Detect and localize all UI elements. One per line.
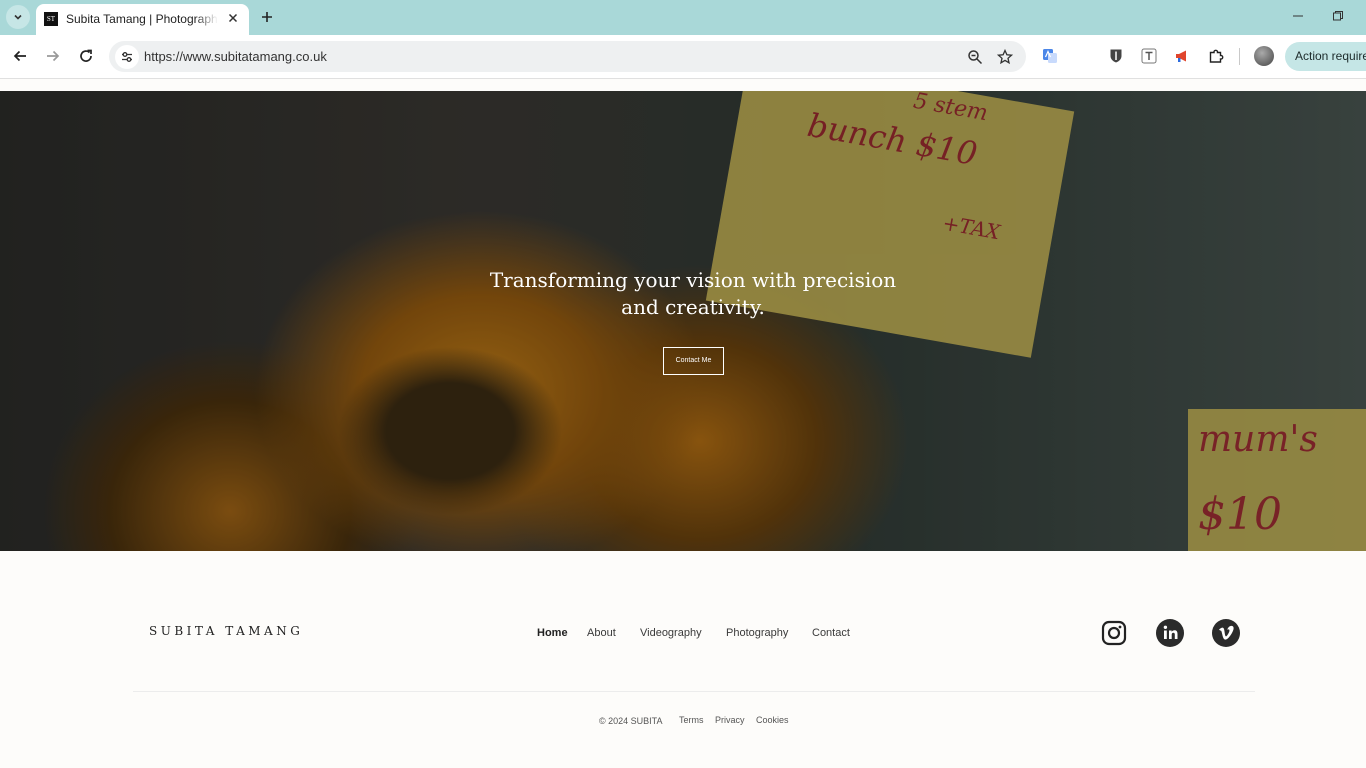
reload-button[interactable] [74,44,98,68]
tab-search-button[interactable] [6,5,30,29]
arrow-right-icon [47,50,60,62]
window-minimize-button[interactable] [1288,8,1308,24]
bookmark-button[interactable] [996,48,1014,66]
new-tab-button[interactable] [257,7,277,27]
text-extension[interactable] [1140,47,1158,65]
zoom-icon [968,50,983,65]
forward-button[interactable] [41,44,65,68]
text-t-icon [1141,48,1157,64]
browser-tab[interactable]: ST Subita Tamang | Photographer & Videog… [36,4,249,35]
plus-icon [262,12,272,22]
hero-banner: bunch $10 5 stem +TAX mum's $10 Transfor… [0,91,1366,551]
window-restore-button[interactable] [1328,8,1348,24]
contact-me-button[interactable]: Contact Me [663,347,724,375]
reload-icon [80,49,92,62]
star-icon [997,49,1013,65]
vimeo-icon [1212,619,1240,647]
copyright-text: © 2024 SUBITA [599,716,663,726]
translate-icon [1043,49,1057,63]
address-bar[interactable]: https://www.subitatamang.co.uk [109,41,1026,72]
url-text[interactable]: https://www.subitatamang.co.uk [144,49,327,64]
zoom-button[interactable] [966,48,984,66]
tab-close-button[interactable] [225,10,241,26]
linkedin-link[interactable] [1156,619,1184,647]
back-button[interactable] [8,44,32,68]
tune-icon [122,52,132,62]
nav-contact[interactable]: Contact [812,627,850,639]
privacy-link[interactable]: Privacy [715,715,745,725]
linkedin-icon [1156,619,1184,647]
browser-tab-bar: ST Subita Tamang | Photographer & Videog… [0,0,1366,35]
terms-link[interactable]: Terms [679,715,704,725]
site-info-button[interactable] [115,45,139,69]
nav-about[interactable]: About [587,627,616,639]
nav-videography[interactable]: Videography [640,627,702,639]
shield-icon [1110,49,1122,63]
hero-headline: Transforming your vision with precision … [489,268,897,319]
toolbar-divider [0,78,1366,79]
site-footer: SUBITA TAMANG Home About Videography Pho… [0,551,1366,768]
instagram-icon [1101,620,1127,646]
hero-overlay [0,91,1366,551]
extensions-button[interactable] [1207,47,1225,65]
bitwarden-extension[interactable] [1107,47,1125,65]
site-logo[interactable]: SUBITA TAMANG [149,624,303,638]
minimize-icon [1293,15,1303,17]
restore-icon [1333,11,1343,21]
puzzle-icon [1209,49,1224,63]
vimeo-link[interactable] [1212,619,1240,647]
site-favicon: ST [44,12,58,26]
nav-photography[interactable]: Photography [726,627,788,639]
megaphone-icon [1176,50,1186,62]
close-icon [228,13,238,23]
action-required-button[interactable]: Action required [1285,42,1366,71]
profile-avatar[interactable] [1254,46,1274,66]
footer-divider [133,691,1255,692]
nav-home[interactable]: Home [537,627,568,639]
toolbar-separator [1239,48,1240,65]
browser-toolbar: https://www.subitatamang.co.uk Action re… [0,35,1366,78]
translate-extension[interactable] [1041,47,1059,65]
megaphone-extension[interactable] [1173,47,1191,65]
cookies-link[interactable]: Cookies [756,715,789,725]
chevron-down-icon [14,14,22,20]
arrow-left-icon [13,50,26,62]
tab-title: Subita Tamang | Photographer & Videograp… [66,12,218,26]
instagram-link[interactable] [1100,619,1128,647]
